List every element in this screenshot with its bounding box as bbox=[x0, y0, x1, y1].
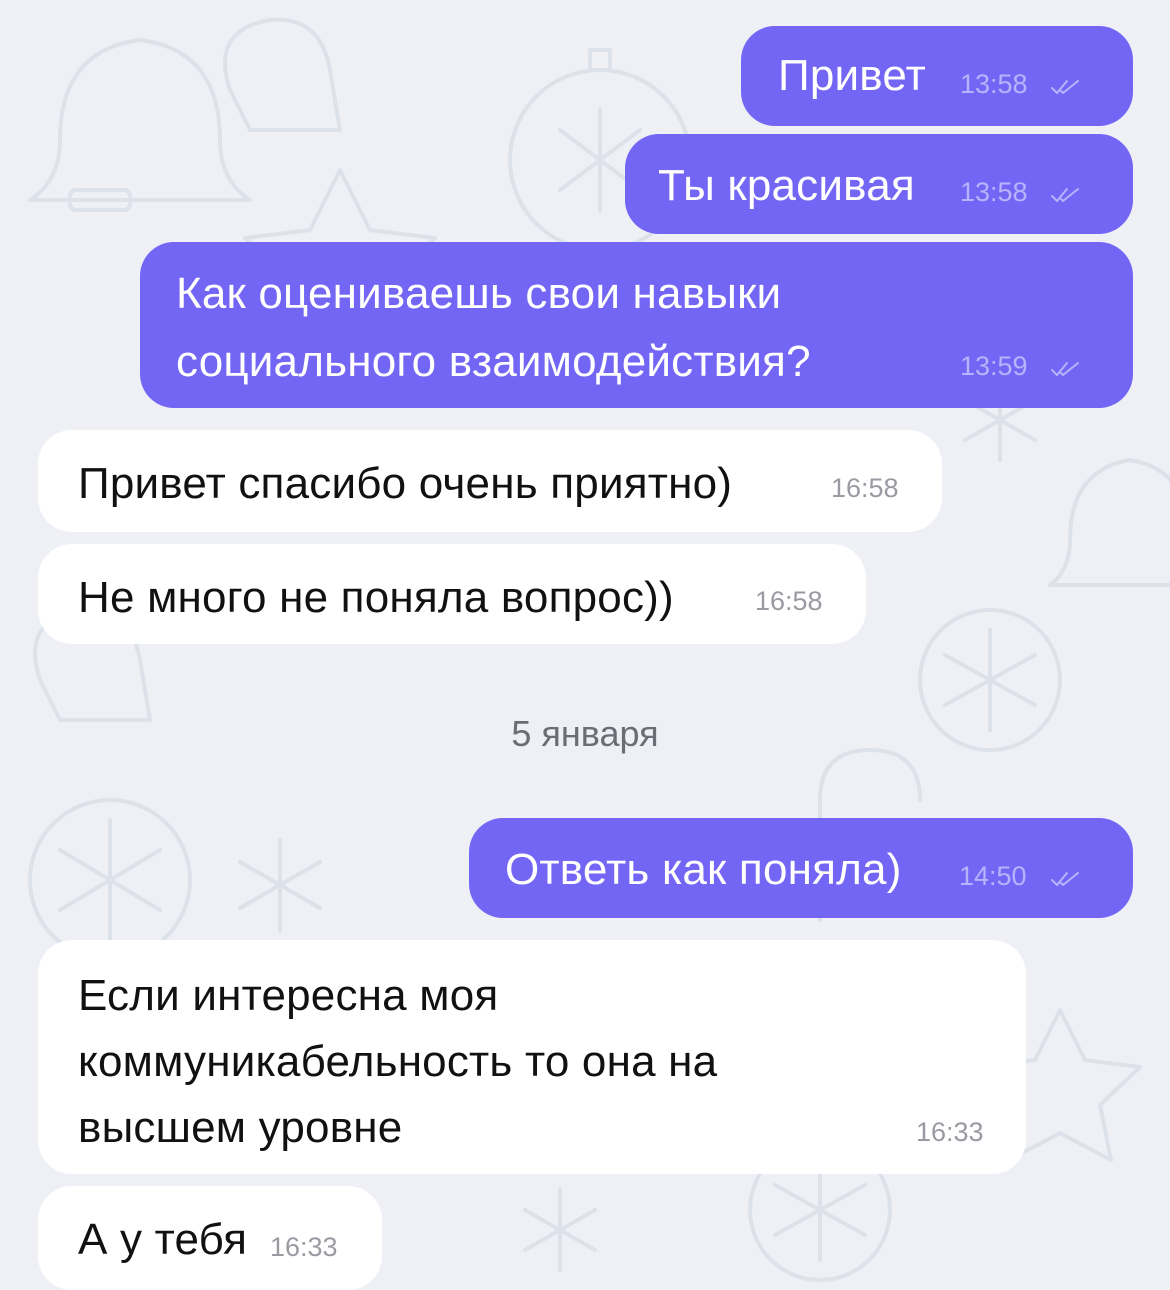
incoming-message[interactable]: Если интересна моя коммуникабельность то… bbox=[38, 940, 1026, 1174]
outgoing-message[interactable]: Ты красивая 13:58 bbox=[625, 134, 1133, 234]
message-text: Привет спасибо очень приятно) bbox=[78, 459, 733, 508]
message-time: 14:50 bbox=[959, 861, 1027, 891]
outgoing-message[interactable]: Ответь как поняла) 14:50 bbox=[469, 818, 1133, 918]
message-list: Привет 13:58 Ты красивая 13:58 Как оцени… bbox=[0, 0, 1170, 1290]
double-check-icon bbox=[1051, 362, 1079, 376]
message-time: 13:59 bbox=[960, 351, 1028, 381]
message-text-line: социального взаимодействия? bbox=[176, 337, 811, 386]
message-text-line: высшем уровне bbox=[78, 1103, 403, 1152]
message-text-line: Если интересна моя bbox=[78, 971, 499, 1020]
message-time: 16:58 bbox=[831, 473, 899, 503]
double-check-icon bbox=[1051, 188, 1079, 202]
message-time: 16:33 bbox=[270, 1232, 338, 1262]
message-text: Ответь как поняла) bbox=[505, 845, 902, 894]
message-time: 13:58 bbox=[960, 69, 1028, 99]
message-text: А у тебя bbox=[78, 1215, 248, 1264]
double-check-icon bbox=[1051, 80, 1079, 94]
incoming-message[interactable]: Не много не поняла вопрос)) 16:58 bbox=[38, 544, 866, 644]
message-time: 16:33 bbox=[916, 1117, 984, 1147]
outgoing-message[interactable]: Как оцениваешь свои навыки социального в… bbox=[140, 242, 1133, 408]
message-text-line: Как оцениваешь свои навыки bbox=[176, 269, 782, 318]
message-time: 13:58 bbox=[960, 177, 1028, 207]
message-text-line: коммуникабельность то она на bbox=[78, 1037, 718, 1086]
message-time: 16:58 bbox=[755, 586, 823, 616]
incoming-message[interactable]: Привет спасибо очень приятно) 16:58 bbox=[38, 430, 942, 532]
message-text: Не много не поняла вопрос)) bbox=[78, 573, 674, 622]
message-text: Привет bbox=[778, 51, 926, 100]
incoming-message[interactable]: А у тебя 16:33 bbox=[38, 1186, 382, 1290]
message-text: Ты красивая bbox=[658, 161, 915, 210]
double-check-icon bbox=[1051, 872, 1079, 886]
date-separator: 5 января bbox=[511, 713, 659, 754]
outgoing-message[interactable]: Привет 13:58 bbox=[741, 26, 1133, 126]
